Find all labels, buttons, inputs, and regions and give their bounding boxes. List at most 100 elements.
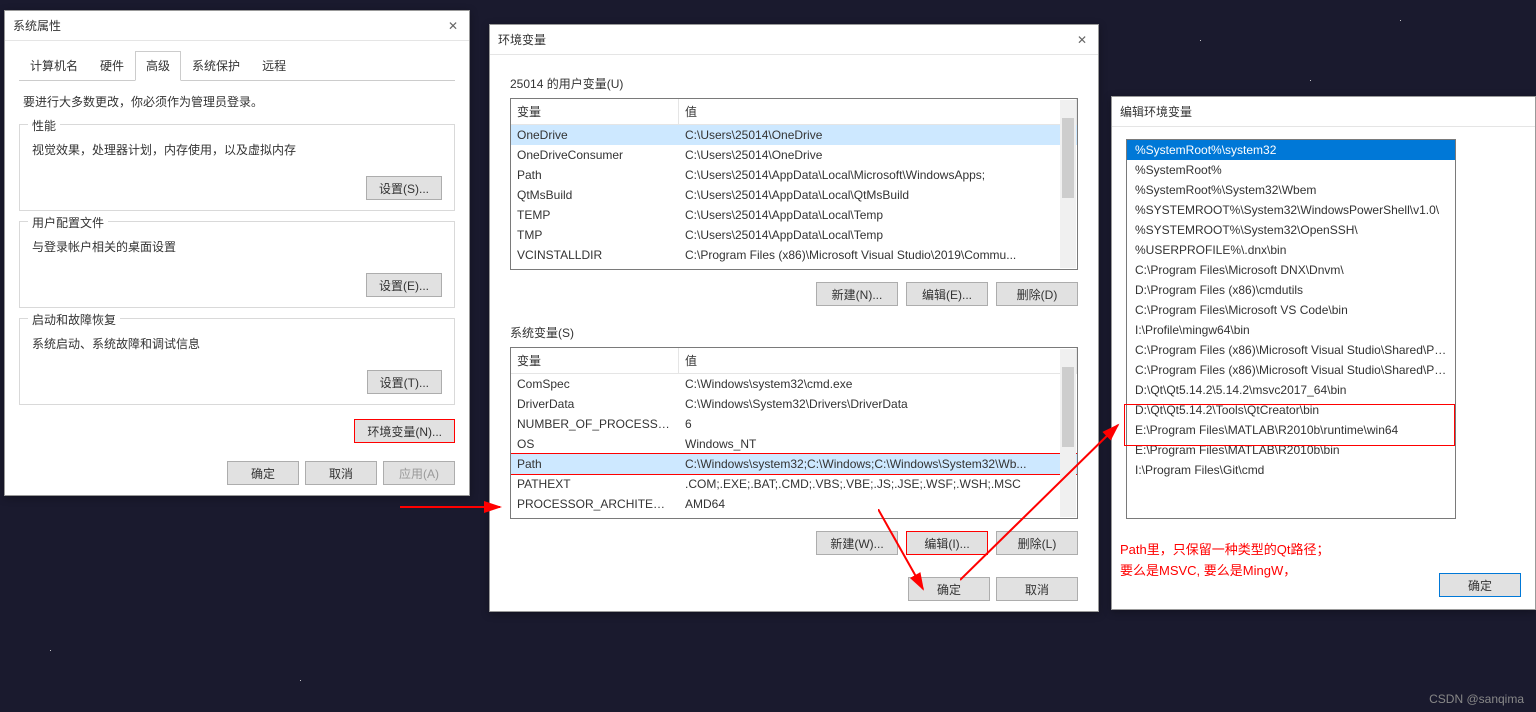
list-item[interactable]: I:\Profile\mingw64\bin bbox=[1127, 320, 1455, 340]
list-item[interactable]: D:\Program Files (x86)\cmdutils bbox=[1127, 280, 1455, 300]
sys-vars-label: 系统变量(S) bbox=[510, 324, 1078, 341]
user-delete-button[interactable]: 删除(D) bbox=[996, 282, 1078, 306]
var-value: .COM;.EXE;.BAT;.CMD;.VBS;.VBE;.JS;.JSE;.… bbox=[679, 474, 1077, 494]
col-header-var[interactable]: 变量 bbox=[511, 348, 679, 373]
table-row[interactable]: VCINSTALLDIRC:\Program Files (x86)\Micro… bbox=[511, 245, 1077, 265]
var-value: C:\Users\25014\OneDrive bbox=[679, 145, 1077, 165]
tab-remote[interactable]: 远程 bbox=[251, 51, 297, 80]
var-value: C:\Users\25014\AppData\Local\QtMsBuild bbox=[679, 185, 1077, 205]
list-item[interactable]: C:\Program Files\Microsoft DNX\Dnvm\ bbox=[1127, 260, 1455, 280]
close-icon[interactable] bbox=[1074, 32, 1090, 48]
tab-system-protection[interactable]: 系统保护 bbox=[181, 51, 251, 80]
env-vars-button[interactable]: 环境变量(N)... bbox=[354, 419, 455, 443]
dialog-title: 环境变量 bbox=[498, 31, 546, 48]
ok-button[interactable]: 确定 bbox=[908, 577, 990, 601]
dialog-title: 编辑环境变量 bbox=[1120, 103, 1192, 120]
table-row[interactable]: NUMBER_OF_PROCESSORS6 bbox=[511, 414, 1077, 434]
group-desc: 视觉效果，处理器计划，内存使用，以及虚拟内存 bbox=[32, 141, 442, 158]
list-item[interactable]: %SystemRoot%\System32\Wbem bbox=[1127, 180, 1455, 200]
user-profile-group: 用户配置文件 与登录帐户相关的桌面设置 设置(E)... bbox=[19, 221, 455, 308]
env-vars-dialog: 环境变量 25014 的用户变量(U) 变量 值 OneDriveC:\User… bbox=[489, 24, 1099, 612]
table-row[interactable]: PROCESSOR_ARCHITECT...AMD64 bbox=[511, 494, 1077, 514]
group-title: 用户配置文件 bbox=[28, 214, 108, 231]
table-row[interactable]: DriverDataC:\Windows\System32\Drivers\Dr… bbox=[511, 394, 1077, 414]
col-header-var[interactable]: 变量 bbox=[511, 99, 679, 124]
var-name: Path bbox=[511, 165, 679, 185]
var-name: DriverData bbox=[511, 394, 679, 414]
list-item[interactable]: E:\Program Files\MATLAB\R2010b\runtime\w… bbox=[1127, 420, 1455, 440]
sys-new-button[interactable]: 新建(W)... bbox=[816, 531, 898, 555]
sys-delete-button[interactable]: 删除(L) bbox=[996, 531, 1078, 555]
var-value: C:\Windows\system32\cmd.exe bbox=[679, 374, 1077, 394]
list-item[interactable]: D:\Qt\Qt5.14.2\Tools\QtCreator\bin bbox=[1127, 400, 1455, 420]
tab-hardware[interactable]: 硬件 bbox=[89, 51, 135, 80]
table-row[interactable]: TMPC:\Users\25014\AppData\Local\Temp bbox=[511, 225, 1077, 245]
sys-edit-button[interactable]: 编辑(I)... bbox=[906, 531, 988, 555]
startup-settings-button[interactable]: 设置(T)... bbox=[367, 370, 442, 394]
dialog-title: 系统属性 bbox=[13, 17, 61, 34]
startup-group: 启动和故障恢复 系统启动、系统故障和调试信息 设置(T)... bbox=[19, 318, 455, 405]
table-row[interactable]: OSWindows_NT bbox=[511, 434, 1077, 454]
group-desc: 与登录帐户相关的桌面设置 bbox=[32, 238, 442, 255]
table-row[interactable]: ComSpecC:\Windows\system32\cmd.exe bbox=[511, 374, 1077, 394]
var-name: TMP bbox=[511, 225, 679, 245]
var-value: C:\Users\25014\AppData\Local\Temp bbox=[679, 225, 1077, 245]
titlebar: 系统属性 bbox=[5, 11, 469, 41]
watermark: CSDN @sanqima bbox=[1429, 692, 1524, 706]
user-vars-list[interactable]: 变量 值 OneDriveC:\Users\25014\OneDriveOneD… bbox=[510, 98, 1078, 270]
tabs: 计算机名 硬件 高级 系统保护 远程 bbox=[19, 51, 455, 81]
sys-vars-list[interactable]: 变量 值 ComSpecC:\Windows\system32\cmd.exeD… bbox=[510, 347, 1078, 519]
tab-computer-name[interactable]: 计算机名 bbox=[19, 51, 89, 80]
col-header-val[interactable]: 值 bbox=[679, 99, 1077, 124]
titlebar: 编辑环境变量 bbox=[1112, 97, 1535, 127]
perf-settings-button[interactable]: 设置(S)... bbox=[366, 176, 442, 200]
table-row[interactable]: OneDriveConsumerC:\Users\25014\OneDrive bbox=[511, 145, 1077, 165]
list-item[interactable]: I:\Program Files\Git\cmd bbox=[1127, 460, 1455, 480]
var-value: C:\Users\25014\AppData\Local\Temp bbox=[679, 205, 1077, 225]
list-item[interactable]: %SYSTEMROOT%\System32\WindowsPowerShell\… bbox=[1127, 200, 1455, 220]
apply-button[interactable]: 应用(A) bbox=[383, 461, 455, 485]
var-value: 6 bbox=[679, 414, 1077, 434]
table-row[interactable]: PathC:\Users\25014\AppData\Local\Microso… bbox=[511, 165, 1077, 185]
scrollbar[interactable] bbox=[1060, 100, 1076, 268]
admin-info-text: 要进行大多数更改，你必须作为管理员登录。 bbox=[23, 93, 455, 110]
list-item[interactable]: %SYSTEMROOT%\System32\OpenSSH\ bbox=[1127, 220, 1455, 240]
list-item[interactable]: C:\Program Files (x86)\Microsoft Visual … bbox=[1127, 360, 1455, 380]
table-row[interactable]: TEMPC:\Users\25014\AppData\Local\Temp bbox=[511, 205, 1077, 225]
var-value: C:\Windows\system32;C:\Windows;C:\Window… bbox=[679, 454, 1077, 474]
list-item[interactable]: C:\Program Files (x86)\Microsoft Visual … bbox=[1127, 340, 1455, 360]
table-row[interactable]: PathC:\Windows\system32;C:\Windows;C:\Wi… bbox=[511, 454, 1077, 474]
user-new-button[interactable]: 新建(N)... bbox=[816, 282, 898, 306]
cancel-button[interactable]: 取消 bbox=[996, 577, 1078, 601]
var-value: C:\Program Files (x86)\Microsoft Visual … bbox=[679, 245, 1077, 265]
var-value: C:\Users\25014\OneDrive bbox=[679, 125, 1077, 145]
user-edit-button[interactable]: 编辑(E)... bbox=[906, 282, 988, 306]
list-item[interactable]: E:\Program Files\MATLAB\R2010b\bin bbox=[1127, 440, 1455, 460]
table-row[interactable]: OneDriveC:\Users\25014\OneDrive bbox=[511, 125, 1077, 145]
table-row[interactable]: QtMsBuildC:\Users\25014\AppData\Local\Qt… bbox=[511, 185, 1077, 205]
profile-settings-button[interactable]: 设置(E)... bbox=[366, 273, 442, 297]
path-entries-list[interactable]: %SystemRoot%\system32%SystemRoot%%System… bbox=[1126, 139, 1456, 519]
var-name: OneDriveConsumer bbox=[511, 145, 679, 165]
var-name: OneDrive bbox=[511, 125, 679, 145]
var-name: PATHEXT bbox=[511, 474, 679, 494]
ok-button[interactable]: 确定 bbox=[1439, 573, 1521, 597]
list-item[interactable]: C:\Program Files\Microsoft VS Code\bin bbox=[1127, 300, 1455, 320]
cancel-button[interactable]: 取消 bbox=[305, 461, 377, 485]
var-value: Windows_NT bbox=[679, 434, 1077, 454]
list-item[interactable]: %SystemRoot%\system32 bbox=[1127, 140, 1455, 160]
list-item[interactable]: %USERPROFILE%\.dnx\bin bbox=[1127, 240, 1455, 260]
scrollbar[interactable] bbox=[1060, 349, 1076, 517]
performance-group: 性能 视觉效果，处理器计划，内存使用，以及虚拟内存 设置(S)... bbox=[19, 124, 455, 211]
table-row[interactable]: PATHEXT.COM;.EXE;.BAT;.CMD;.VBS;.VBE;.JS… bbox=[511, 474, 1077, 494]
var-name: QtMsBuild bbox=[511, 185, 679, 205]
close-icon[interactable] bbox=[445, 18, 461, 34]
ok-button[interactable]: 确定 bbox=[227, 461, 299, 485]
group-title: 启动和故障恢复 bbox=[28, 311, 120, 328]
titlebar: 环境变量 bbox=[490, 25, 1098, 55]
tab-advanced[interactable]: 高级 bbox=[135, 51, 181, 81]
col-header-val[interactable]: 值 bbox=[679, 348, 1077, 373]
list-item[interactable]: %SystemRoot% bbox=[1127, 160, 1455, 180]
group-title: 性能 bbox=[28, 117, 60, 134]
list-item[interactable]: D:\Qt\Qt5.14.2\5.14.2\msvc2017_64\bin bbox=[1127, 380, 1455, 400]
